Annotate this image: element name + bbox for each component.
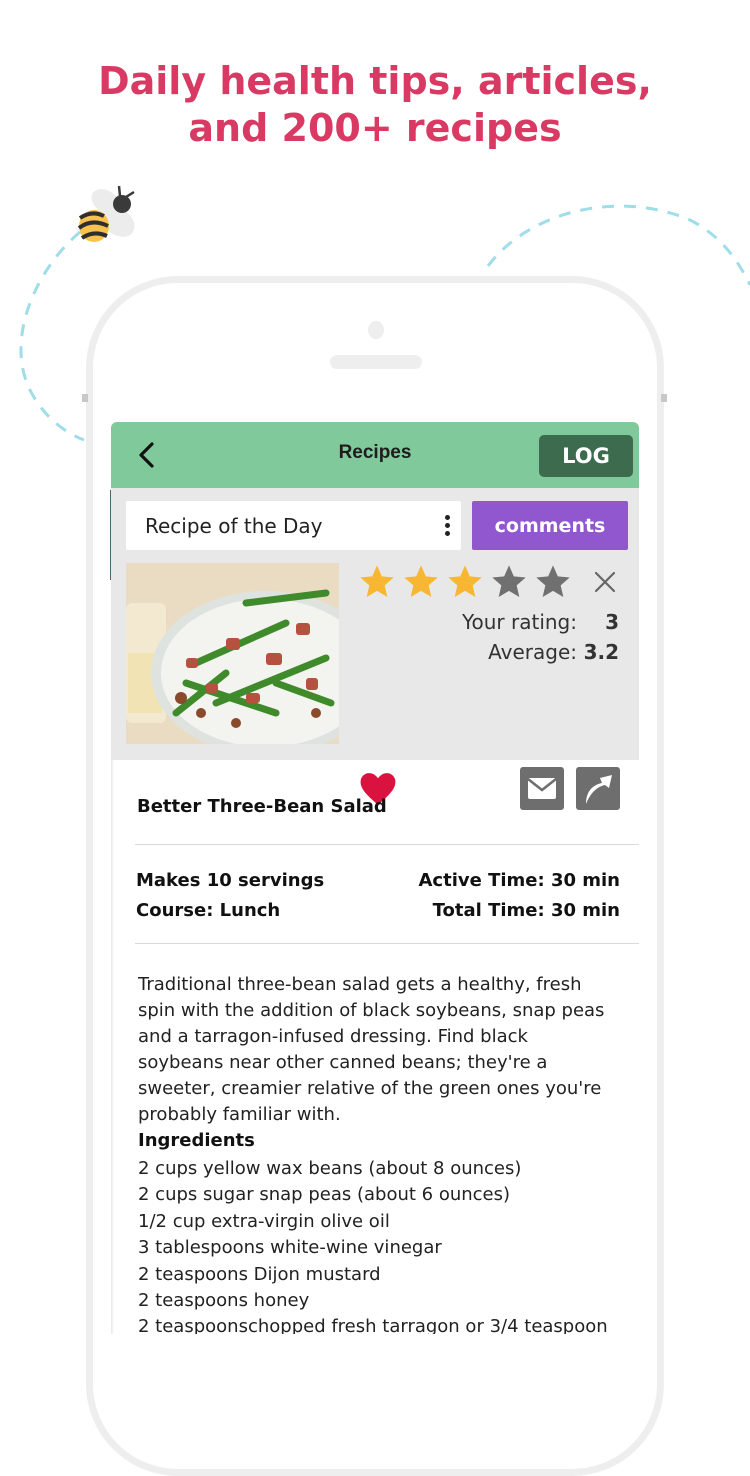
star-icon[interactable] [489, 562, 529, 602]
ingredient-item: 3 tablespoons white-wine vinegar [138, 1237, 442, 1259]
star-icon[interactable] [533, 562, 573, 602]
phone-speaker [330, 355, 422, 369]
recipe-description: Traditional three-bean salad gets a heal… [138, 974, 605, 1125]
comments-button[interactable]: comments [472, 501, 628, 550]
top-navbar: Recipes LOG [111, 422, 639, 489]
share-button[interactable] [576, 767, 620, 810]
recipe-selector[interactable]: Recipe of the Day [126, 501, 461, 550]
your-rating-label: Your rating: [461, 610, 577, 634]
dashed-flight-path-left [19, 230, 85, 442]
divider [135, 943, 639, 944]
star-icon[interactable] [401, 562, 441, 602]
divider [135, 844, 639, 845]
recipe-selector-label: Recipe of the Day [145, 514, 323, 538]
close-icon[interactable] [593, 570, 617, 594]
star-icon[interactable] [357, 562, 397, 602]
ingredients-list: 2 cups yellow wax beans (about 8 ounces)… [138, 1156, 608, 1334]
servings: Makes 10 servings [136, 870, 325, 891]
recipe-title: Better Three-Bean Salad [137, 796, 387, 817]
share-arrow-icon [586, 775, 612, 804]
ingredient-item: 2 teaspoons Dijon mustard [138, 1263, 381, 1285]
active-time: Active Time: 30 min [418, 870, 620, 891]
ingredient-item: 2 cups sugar snap peas (about 6 ounces) [138, 1184, 511, 1206]
email-button[interactable] [520, 767, 564, 810]
content-edge [111, 760, 114, 1334]
recipe-summary-panel: Recipe of the Day comments Your rating: … [111, 488, 639, 810]
course: Course: Lunch [136, 900, 281, 921]
app-screen: Recipes LOG Recipe of the Day comments Y… [111, 422, 639, 1334]
ingredients-heading: Ingredients [138, 1130, 255, 1151]
envelope-icon [527, 778, 557, 799]
ingredient-item: 2 cups yellow wax beans (about 8 ounces) [138, 1158, 522, 1179]
star-icon[interactable] [445, 562, 485, 602]
ingredient-item: 2 teaspoonschopped fresh tarragon or 3/4… [138, 1316, 608, 1334]
average-rating-label: Average: [488, 640, 577, 664]
total-time: Total Time: 30 min [432, 900, 620, 921]
your-rating: Your rating: 3 [462, 610, 619, 634]
phone-side-button-right [661, 394, 667, 402]
phone-side-button-left [82, 394, 88, 402]
average-rating: Average: 3.2 [488, 640, 619, 664]
kebab-menu-icon[interactable] [441, 513, 453, 539]
ingredient-item: 2 teaspoons honey [138, 1290, 310, 1312]
recipe-photo [126, 563, 339, 744]
phone-camera [368, 321, 384, 339]
bee-icon [77, 185, 135, 242]
dashed-flight-path-right [486, 204, 750, 286]
your-rating-value: 3 [605, 610, 619, 634]
ingredient-item: 1/2 cup extra-virgin olive oil [138, 1210, 390, 1232]
average-rating-value: 3.2 [583, 640, 619, 664]
log-button[interactable]: LOG [539, 435, 633, 477]
